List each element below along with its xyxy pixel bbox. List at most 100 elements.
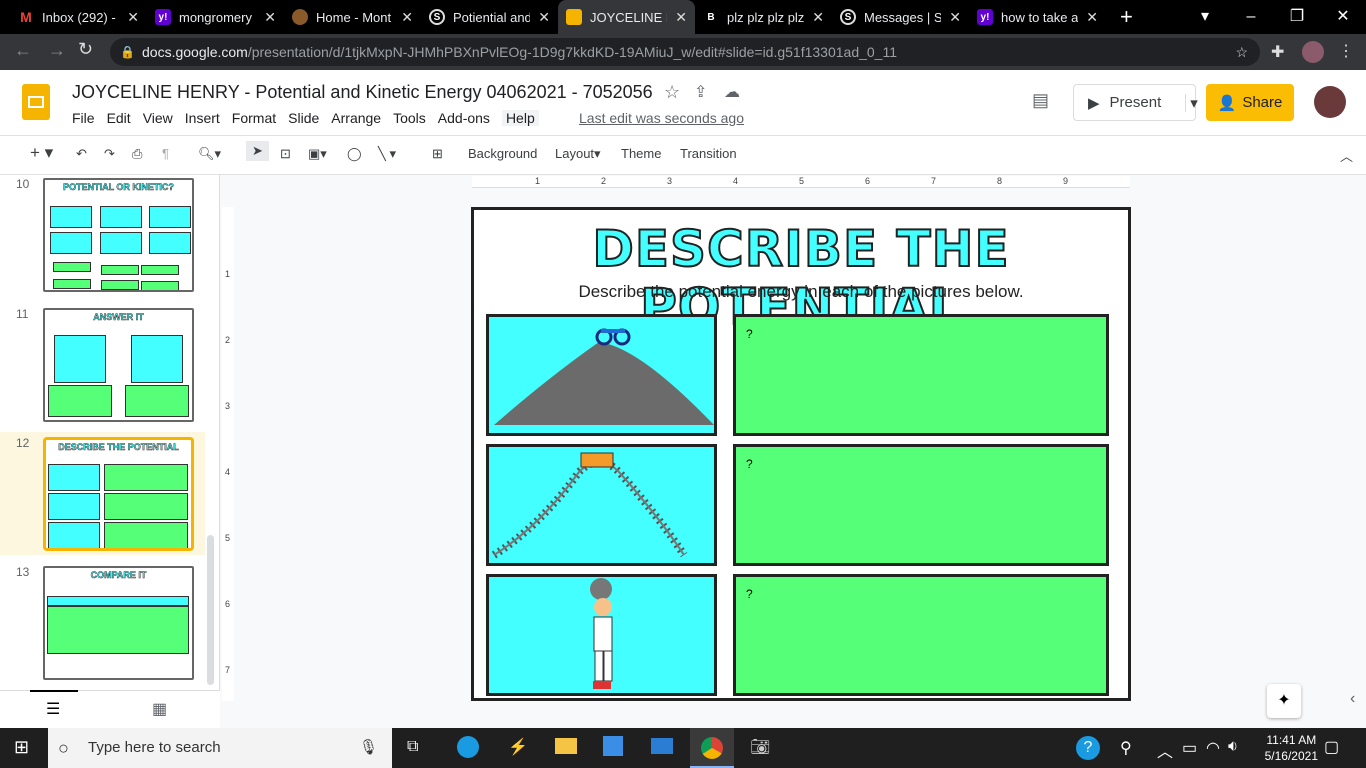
reload-icon[interactable]: ↻: [78, 39, 93, 60]
explore-icon[interactable]: ✦: [1267, 684, 1301, 718]
answer-box-2[interactable]: ?: [733, 444, 1109, 566]
user-avatar[interactable]: [1314, 86, 1346, 118]
browser-tab[interactable]: Home - Mont ✕: [284, 0, 421, 34]
taskbar-search[interactable]: ○ Type here to search 🎙︎: [48, 728, 392, 768]
people-icon[interactable]: ⚲: [1120, 738, 1132, 758]
share-button[interactable]: 👤 Share: [1206, 84, 1294, 121]
hill-bike-picture[interactable]: [486, 314, 717, 436]
answer-text[interactable]: ?: [746, 587, 753, 601]
theme-button[interactable]: Theme: [621, 146, 661, 161]
browser-tab[interactable]: Bplz plz plz plz ✕: [695, 0, 832, 34]
close-tab-icon[interactable]: ✕: [949, 9, 961, 26]
vertical-ruler[interactable]: 1 2 3 4 5 6 7: [222, 207, 234, 701]
comment-add-icon[interactable]: ⊞: [432, 146, 443, 162]
task-view-icon[interactable]: ⧉: [407, 738, 418, 756]
slide-subtitle[interactable]: Describe the potential energy in each of…: [474, 282, 1128, 302]
text-box-icon[interactable]: ⊡: [280, 146, 291, 162]
new-slide-icon[interactable]: + ▾: [30, 143, 53, 163]
redo-icon[interactable]: ↷: [104, 146, 115, 162]
browser-tab[interactable]: S Potiential and ✕: [421, 0, 558, 34]
slide-thumbnail[interactable]: COMPARE IT: [43, 566, 194, 680]
move-to-drive-icon[interactable]: ⇪: [694, 82, 707, 102]
slide-thumbnail-selected[interactable]: DESCRIBE THE POTENTIAL: [43, 437, 194, 551]
menu-addons[interactable]: Add-ons: [438, 110, 497, 126]
comments-icon[interactable]: ▤: [1032, 90, 1049, 111]
present-dropdown-icon[interactable]: ▾: [1185, 93, 1198, 112]
menu-insert[interactable]: Insert: [185, 110, 227, 126]
slide[interactable]: DESCRIBE THE POTENTIAL Describe the pote…: [471, 207, 1131, 701]
menu-format[interactable]: Format: [232, 110, 283, 126]
taskbar-clock[interactable]: 11:41 AM 5/16/2021: [1265, 732, 1318, 764]
close-tab-icon[interactable]: ✕: [538, 9, 550, 26]
select-cursor-icon[interactable]: ➤: [246, 141, 269, 161]
collapse-menus-icon[interactable]: ︿: [1340, 146, 1353, 165]
present-button[interactable]: ▶ Present ▾: [1073, 84, 1198, 121]
browser-tab[interactable]: y! mongromery ✕: [147, 0, 284, 34]
help-icon[interactable]: ?: [1076, 736, 1100, 760]
zoom-icon[interactable]: 🔍︎▾: [198, 146, 221, 162]
close-tab-icon[interactable]: ✕: [264, 9, 276, 26]
app-icon[interactable]: ⚡: [508, 737, 528, 757]
camera-icon[interactable]: 📷︎: [750, 737, 770, 757]
paint-format-icon[interactable]: ¶: [162, 146, 169, 161]
filmstrip-slide-12[interactable]: 12 DESCRIBE THE POTENTIAL: [0, 434, 205, 556]
close-tab-icon[interactable]: ✕: [812, 9, 824, 26]
minimize-icon[interactable]: –: [1228, 0, 1274, 34]
shape-icon[interactable]: ◯: [347, 146, 362, 162]
image-icon[interactable]: ▣▾: [308, 146, 327, 162]
print-icon[interactable]: ⎙: [132, 146, 142, 162]
transition-button[interactable]: Transition: [680, 146, 737, 161]
layout-button[interactable]: Layout▾: [555, 146, 601, 162]
extensions-icon[interactable]: ✚: [1271, 42, 1284, 62]
filmstrip-slide-11[interactable]: 11 ANSWER IT: [0, 305, 205, 427]
menu-help[interactable]: Help: [501, 110, 539, 126]
file-explorer-icon[interactable]: [555, 738, 577, 754]
tab-search-icon[interactable]: ▾: [1182, 0, 1228, 34]
roller-coaster-picture[interactable]: [486, 444, 717, 566]
slide-thumbnail[interactable]: POTENTIAL OR KINETIC?: [43, 178, 194, 292]
close-tab-icon[interactable]: ✕: [675, 9, 687, 26]
menu-slide[interactable]: Slide: [288, 110, 326, 126]
menu-view[interactable]: View: [143, 110, 180, 126]
microphone-icon[interactable]: 🎙︎: [359, 728, 378, 768]
filmstrip-view-icon[interactable]: ☰: [46, 699, 60, 719]
bookmark-star-icon[interactable]: ☆: [1235, 38, 1248, 66]
close-tab-icon[interactable]: ✕: [127, 9, 139, 26]
star-icon[interactable]: ☆: [664, 82, 680, 103]
browser-tab[interactable]: S Messages | Sc ✕: [832, 0, 969, 34]
store-icon[interactable]: [603, 736, 623, 756]
answer-box-3[interactable]: ?: [733, 574, 1109, 696]
menu-kebab-icon[interactable]: ⋮: [1338, 41, 1354, 61]
windows-start-icon[interactable]: ⊞: [14, 737, 29, 758]
show-hidden-icons[interactable]: ︿: [1157, 738, 1173, 762]
side-panel-toggle-icon[interactable]: ‹: [1350, 690, 1355, 708]
filmstrip-slide-13[interactable]: 13 COMPARE IT: [0, 563, 205, 685]
menu-tools[interactable]: Tools: [393, 110, 433, 126]
mail-icon[interactable]: [651, 738, 673, 754]
browser-tab-active[interactable]: JOYCELINE HE ✕: [558, 0, 695, 34]
close-tab-icon[interactable]: ✕: [1086, 9, 1098, 26]
line-icon[interactable]: ╲ ▾: [378, 146, 396, 162]
slide-thumbnail[interactable]: ANSWER IT: [43, 308, 194, 422]
child-ball-picture[interactable]: [486, 574, 717, 696]
answer-text[interactable]: ?: [746, 327, 753, 341]
answer-text[interactable]: ?: [746, 457, 753, 471]
back-icon[interactable]: ←: [14, 40, 32, 61]
profile-avatar[interactable]: [1302, 41, 1324, 63]
restore-icon[interactable]: ❐: [1274, 0, 1320, 34]
battery-icon[interactable]: ▭: [1182, 738, 1197, 758]
chrome-taskbar-button[interactable]: [690, 728, 734, 768]
menu-arrange[interactable]: Arrange: [331, 110, 388, 126]
answer-box-1[interactable]: ?: [733, 314, 1109, 436]
undo-icon[interactable]: ↶: [76, 146, 87, 162]
close-tab-icon[interactable]: ✕: [401, 9, 413, 26]
notifications-icon[interactable]: ▢: [1324, 737, 1339, 757]
horizontal-ruler[interactable]: 1 2 3 4 5 6 7 8 9: [472, 176, 1130, 188]
url-input[interactable]: 🔒 docs.google.com/presentation/d/1tjkMxp…: [110, 38, 1260, 66]
last-edit-link[interactable]: Last edit was seconds ago: [579, 110, 744, 126]
browser-tab[interactable]: M Inbox (292) - s ✕: [10, 0, 147, 34]
menu-edit[interactable]: Edit: [107, 110, 138, 126]
edge-icon[interactable]: [457, 736, 479, 758]
document-title[interactable]: JOYCELINE HENRY - Potential and Kinetic …: [72, 82, 653, 103]
forward-icon[interactable]: →: [48, 40, 66, 61]
